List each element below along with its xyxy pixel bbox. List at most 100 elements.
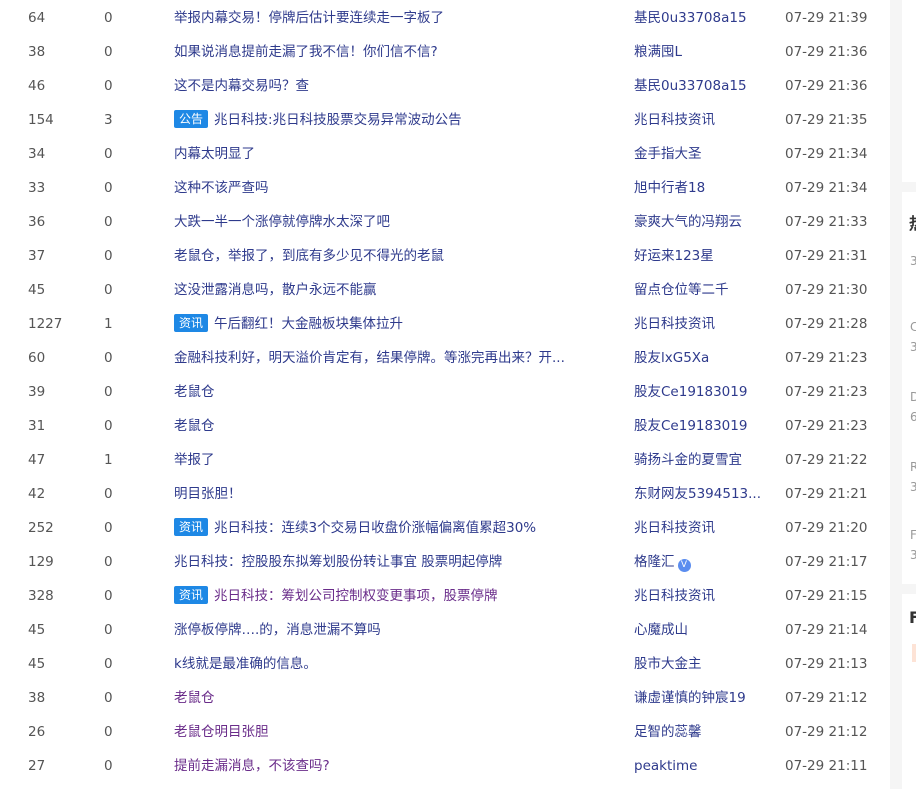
author-cell: 兆日科技资讯 bbox=[634, 307, 764, 341]
author-link[interactable]: 粮满囤L bbox=[634, 44, 682, 60]
post-title-link[interactable]: 举报内幕交易！停牌后估计要连续走一字板了 bbox=[174, 10, 444, 26]
read-count: 1227 bbox=[28, 316, 63, 332]
post-time: 07-29 21:15 bbox=[785, 588, 868, 604]
post-time: 07-29 21:36 bbox=[785, 44, 868, 60]
author-link[interactable]: 股友Ce19183019 bbox=[634, 384, 747, 400]
author-cell: 好运来123星 bbox=[634, 239, 764, 273]
post-row: 31 0 老鼠仓 股友Ce19183019 07-29 21:23 bbox=[0, 409, 890, 443]
author-cell: 心魔成山 bbox=[634, 613, 764, 647]
post-row: 37 0 老鼠仓，举报了，到底有多少见不得光的老鼠 好运来123星 07-29 21:3… bbox=[0, 239, 890, 273]
post-title-cell: 兆日科技：控股股东拟筹划股份转让事宜 股票明起停牌 bbox=[174, 545, 614, 579]
author-link[interactable]: 股友lxG5Xa bbox=[634, 350, 709, 366]
post-title-link[interactable]: 金融科技利好，明天溢价肯定有，结果停牌。等涨完再出来？开... bbox=[174, 350, 565, 366]
post-row: 27 0 提前走漏消息，不该查吗? peaktime 07-29 21:11 bbox=[0, 749, 890, 783]
comment-count: 0 bbox=[104, 690, 113, 706]
author-link[interactable]: 足智的蕊馨 bbox=[634, 724, 702, 740]
author-link[interactable]: peaktime bbox=[634, 758, 697, 774]
post-title-cell: 资讯 兆日科技：筹划公司控制权变更事项，股票停牌 bbox=[174, 579, 614, 613]
comment-count: 0 bbox=[104, 622, 113, 638]
author-link[interactable]: 格隆汇 bbox=[634, 554, 675, 570]
comment-count: 0 bbox=[104, 214, 113, 230]
author-link[interactable]: 兆日科技资讯 bbox=[634, 520, 715, 536]
post-time: 07-29 21:22 bbox=[785, 452, 868, 468]
read-count: 47 bbox=[28, 452, 46, 468]
post-title-link[interactable]: 兆日科技：连续3个交易日收盘价涨幅偏离值累超30% bbox=[214, 520, 536, 536]
read-count: 38 bbox=[28, 690, 46, 706]
post-title-link[interactable]: 兆日科技：筹划公司控制权变更事项，股票停牌 bbox=[214, 588, 498, 604]
author-cell: 股友Ce19183019 bbox=[634, 409, 764, 443]
post-row: 45 0 这没泄露消息吗，散户永远不能赢 留点仓位等二千 07-29 21:30 bbox=[0, 273, 890, 307]
sidebar-panel-hot: 热 3 C 3 D 6 R 3 F 3 bbox=[902, 192, 916, 584]
author-link[interactable]: 股友Ce19183019 bbox=[634, 418, 747, 434]
post-title-link[interactable]: k线就是最准确的信息。 bbox=[174, 656, 317, 672]
post-title-link[interactable]: 老鼠仓 bbox=[174, 418, 215, 434]
post-row: 46 0 这不是内幕交易吗？查 基民0u33708a15 07-29 21:36 bbox=[0, 69, 890, 103]
author-link[interactable]: 股市大金主 bbox=[634, 656, 702, 672]
post-time: 07-29 21:28 bbox=[785, 316, 868, 332]
post-row: 60 0 金融科技利好，明天溢价肯定有，结果停牌。等涨完再出来？开... 股友lxG5… bbox=[0, 341, 890, 375]
read-count: 129 bbox=[28, 554, 54, 570]
read-count: 26 bbox=[28, 724, 46, 740]
author-cell: 兆日科技资讯 bbox=[634, 511, 764, 545]
author-link[interactable]: 东财网友5394513... bbox=[634, 486, 761, 502]
read-count: 328 bbox=[28, 588, 54, 604]
post-title-link[interactable]: 明目张胆！ bbox=[174, 486, 242, 502]
post-row: 129 0 兆日科技：控股股东拟筹划股份转让事宜 股票明起停牌 格隆汇 V 07-29 2… bbox=[0, 545, 890, 579]
post-title-cell: 老鼠仓 bbox=[174, 681, 614, 715]
post-title-link[interactable]: 举报了 bbox=[174, 452, 215, 468]
author-link[interactable]: 谦虚谨慎的钟宸19 bbox=[634, 690, 746, 706]
post-title-link[interactable]: 涨停板停牌….的，消息泄漏不算吗 bbox=[174, 622, 381, 638]
post-title-link[interactable]: 提前走漏消息，不该查吗? bbox=[174, 758, 330, 774]
post-row: 26 0 老鼠仓明目张胆 足智的蕊馨 07-29 21:12 bbox=[0, 715, 890, 749]
author-link[interactable]: 旭中行者18 bbox=[634, 180, 705, 196]
read-count: 34 bbox=[28, 146, 46, 162]
post-time: 07-29 21:23 bbox=[785, 350, 868, 366]
post-row: 34 0 内幕太明显了 金手指大圣 07-29 21:34 bbox=[0, 137, 890, 171]
post-title-link[interactable]: 内幕太明显了 bbox=[174, 146, 255, 162]
post-title-link[interactable]: 老鼠仓 bbox=[174, 384, 215, 400]
post-title-link[interactable]: 午后翻红！大金融板块集体拉升 bbox=[214, 316, 403, 332]
post-title-cell: 这不是内幕交易吗？查 bbox=[174, 69, 614, 103]
author-link[interactable]: 基民0u33708a15 bbox=[634, 78, 747, 94]
author-link[interactable]: 豪爽大气的冯翔云 bbox=[634, 214, 742, 230]
post-list: 64 0 举报内幕交易！停牌后估计要连续走一字板了 基民0u33708a15 07-29… bbox=[0, 0, 890, 789]
post-title-link[interactable]: 兆日科技：控股股东拟筹划股份转让事宜 股票明起停牌 bbox=[174, 554, 502, 570]
post-title-link[interactable]: 这不是内幕交易吗？查 bbox=[174, 78, 309, 94]
author-link[interactable]: 兆日科技资讯 bbox=[634, 112, 715, 128]
comment-count: 0 bbox=[104, 282, 113, 298]
post-title-link[interactable]: 这没泄露消息吗，散户永远不能赢 bbox=[174, 282, 377, 298]
author-link[interactable]: 兆日科技资讯 bbox=[634, 316, 715, 332]
post-title-cell: 老鼠仓明目张胆 bbox=[174, 715, 614, 749]
author-link[interactable]: 心魔成山 bbox=[634, 622, 688, 638]
author-cell: 谦虚谨慎的钟宸19 bbox=[634, 681, 764, 715]
author-link[interactable]: 金手指大圣 bbox=[634, 146, 702, 162]
post-time: 07-29 21:12 bbox=[785, 724, 868, 740]
post-time: 07-29 21:14 bbox=[785, 622, 868, 638]
author-link[interactable]: 骑扬斗金的夏雪宜 bbox=[634, 452, 742, 468]
post-time: 07-29 21:33 bbox=[785, 214, 868, 230]
author-link[interactable]: 兆日科技资讯 bbox=[634, 588, 715, 604]
post-title-link[interactable]: 大跌一半一个涨停就停牌水太深了吧 bbox=[174, 214, 390, 230]
read-count: 46 bbox=[28, 78, 46, 94]
post-title-link[interactable]: 这种不该严查吗 bbox=[174, 180, 269, 196]
comment-count: 1 bbox=[104, 316, 113, 332]
post-row: 154 3 公告 兆日科技:兆日科技股票交易异常波动公告 兆日科技资讯 07-29 21:… bbox=[0, 103, 890, 137]
author-cell: 基民0u33708a15 bbox=[634, 69, 764, 103]
author-link[interactable]: 留点仓位等二千 bbox=[634, 282, 729, 298]
post-title-cell: 这种不该严查吗 bbox=[174, 171, 614, 205]
author-cell: 基民0u33708a15 bbox=[634, 1, 764, 35]
post-time: 07-29 21:31 bbox=[785, 248, 868, 264]
post-time: 07-29 21:12 bbox=[785, 690, 868, 706]
author-link[interactable]: 基民0u33708a15 bbox=[634, 10, 747, 26]
read-count: 39 bbox=[28, 384, 46, 400]
post-title-link[interactable]: 如果说消息提前走漏了我不信！你们信不信? bbox=[174, 44, 438, 60]
author-link[interactable]: 好运来123星 bbox=[634, 248, 714, 264]
post-title-link[interactable]: 老鼠仓 bbox=[174, 690, 215, 706]
post-title-link[interactable]: 老鼠仓明目张胆 bbox=[174, 724, 269, 740]
comment-count: 0 bbox=[104, 588, 113, 604]
author-cell: 格隆汇 V bbox=[634, 545, 764, 579]
sidebar-fragment: 6 bbox=[910, 410, 916, 424]
post-title-link[interactable]: 兆日科技:兆日科技股票交易异常波动公告 bbox=[214, 112, 462, 128]
comment-count: 0 bbox=[104, 486, 113, 502]
post-title-link[interactable]: 老鼠仓，举报了，到底有多少见不得光的老鼠 bbox=[174, 248, 444, 264]
